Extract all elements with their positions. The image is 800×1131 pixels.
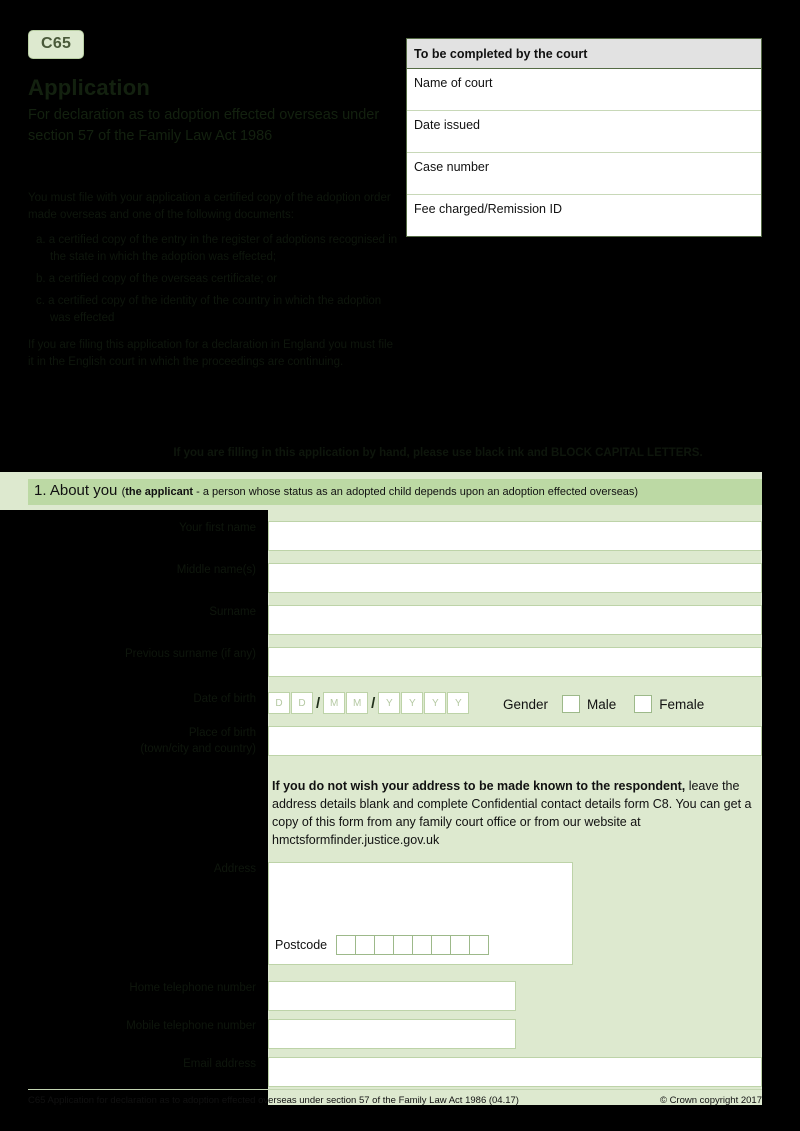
list-item: a. a certified copy of the entry in the … [36,233,398,263]
table-row[interactable]: Date issued [407,111,761,153]
table-row[interactable]: Name of court [407,69,761,111]
overlay-panel-footer [0,1105,800,1131]
field-row-surname: Surname [28,605,762,635]
postcode-box-7[interactable] [450,935,471,955]
field-row-email: Email address [28,1057,762,1087]
address-input[interactable]: Postcode [268,862,573,965]
dob-day-1[interactable]: D [268,692,290,714]
dob-month-1[interactable]: M [323,692,346,714]
dob-separator-1: / [316,694,321,712]
field-row-date-of-birth: Date of birth D D / M M / Y Y Y Y [28,692,470,714]
list-item: b. a certified copy of the overseas cert… [36,272,277,285]
postcode-box-3[interactable] [374,935,395,955]
footer-form-reference: C65 Application for declaration as to ad… [28,1095,519,1106]
female-checkbox[interactable] [634,695,653,713]
email-label: Email address [183,1058,256,1070]
closing-paragraph: If you are filing this application for a… [28,338,394,368]
previous-surname-input[interactable] [268,647,762,677]
gender-option-male[interactable]: Male [562,695,616,713]
court-table-heading: To be completed by the court [407,39,761,69]
mobile-phone-input[interactable] [268,1019,516,1049]
field-row-middle-name: Middle name(s) [28,563,762,593]
first-name-label: Your first name [179,522,256,534]
page-title: Application [28,75,150,100]
dob-year-4[interactable]: Y [447,692,470,714]
postcode-group: Postcode [275,935,490,955]
gender-option-female[interactable]: Female [634,695,704,713]
section-1-applicant-label: the applicant [125,486,194,498]
form-code-badge: C65 [28,30,85,59]
place-of-birth-label: Place of birth (town/city and country) [28,726,268,757]
field-row-address: Address Postcode [28,862,573,965]
court-use-table: To be completed by the court Name of cou… [406,38,762,237]
postcode-box-1[interactable] [336,935,357,955]
previous-surname-label: Previous surname (if any) [124,648,256,660]
confidential-address-notice: If you do not wish your address to be ma… [272,777,762,850]
female-label: Female [659,696,705,712]
postcode-label: Postcode [275,938,328,952]
table-row[interactable]: Fee charged/Remission ID [407,195,761,236]
postcode-box-8[interactable] [469,935,490,955]
postcode-box-4[interactable] [393,935,414,955]
footer-copyright: © Crown copyright 2017 [659,1095,762,1106]
address-label: Address [213,863,256,875]
date-of-birth-label: Date of birth [193,693,256,705]
place-of-birth-input[interactable] [268,726,762,756]
postcode-box-6[interactable] [431,935,452,955]
field-row-previous-surname: Previous surname (if any) [28,647,762,677]
surname-input[interactable] [268,605,762,635]
middle-name-input[interactable] [268,563,762,593]
dob-separator-2: / [371,694,376,712]
page-footer: C65 Application for declaration as to ad… [28,1089,762,1106]
first-name-input[interactable] [268,521,762,551]
dob-year-3[interactable]: Y [424,692,447,714]
handwriting-instruction-text: If you are filling in this application b… [173,447,703,459]
dob-day-2[interactable]: D [291,692,313,714]
handwriting-instruction: If you are filling in this application b… [88,447,788,459]
form-header: C65 Application For declaration as to ad… [28,30,400,371]
male-label: Male [587,696,617,712]
field-row-first-name: Your first name [28,521,762,551]
section-1-heading: 1. About you (the applicant - a person w… [28,479,762,505]
field-row-mobile-phone: Mobile telephone number [28,1019,516,1049]
required-documents-list: a. a certified copy of the entry in the … [28,232,400,327]
dob-year-2[interactable]: Y [401,692,424,714]
form-subtitle: For declaration as to adoption effected … [28,107,380,144]
date-of-birth-boxes[interactable]: D D / M M / Y Y Y Y [268,692,470,714]
section-1-number: 1. About you [34,482,122,499]
list-item: c. a certified copy of the identity of t… [36,294,382,324]
dob-month-2[interactable]: M [346,692,369,714]
field-row-home-phone: Home telephone number [28,981,516,1011]
gender-field-group: Gender Male Female [503,695,722,713]
middle-name-label: Middle name(s) [176,564,256,576]
intro-paragraph: You must file with your application a ce… [28,192,391,222]
email-field[interactable] [268,1057,762,1087]
mobile-phone-label: Mobile telephone number [126,1020,256,1032]
field-row-place-of-birth: Place of birth (town/city and country) [28,726,762,757]
gender-label: Gender [503,696,549,712]
overlay-panel-right [762,0,800,1131]
dob-year-1[interactable]: Y [378,692,401,714]
place-of-birth-label-line1: Place of birth [188,727,256,739]
place-of-birth-label-line2: (town/city and country) [140,742,256,755]
home-phone-input[interactable] [268,981,516,1011]
document-page: C65 Application For declaration as to ad… [0,0,800,1131]
surname-label: Surname [209,606,256,618]
postcode-box-5[interactable] [412,935,433,955]
section-1-description: - a person whose status as an adopted ch… [193,486,639,498]
home-phone-label: Home telephone number [129,982,256,994]
confidential-notice-bold: If you do not wish your address to be ma… [272,779,686,793]
postcode-box-2[interactable] [355,935,376,955]
table-row[interactable]: Case number [407,153,761,195]
male-checkbox[interactable] [562,695,581,713]
